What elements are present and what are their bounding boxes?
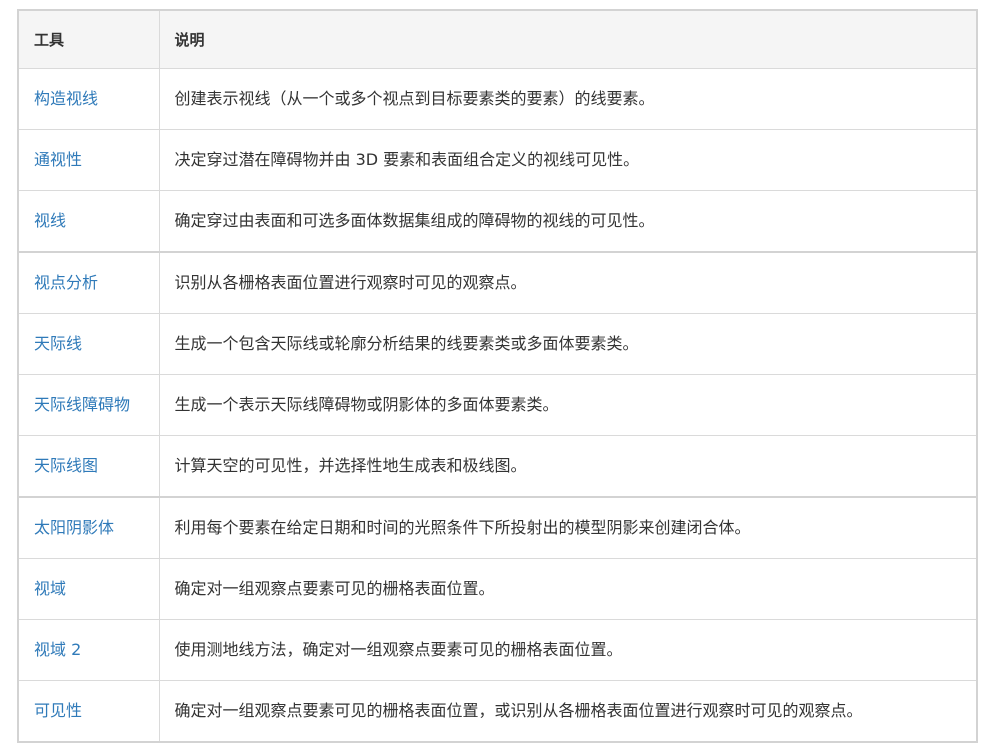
tool-description: 计算天空的可见性，并选择性地生成表和极线图。 bbox=[158, 435, 978, 498]
table-row: 视域 2 使用测地线方法，确定对一组观察点要素可见的栅格表面位置。 bbox=[17, 619, 978, 681]
tool-description: 利用每个要素在给定日期和时间的光照条件下所投射出的模型阴影来创建闭合体。 bbox=[158, 496, 978, 559]
tool-description: 确定对一组观察点要素可见的栅格表面位置。 bbox=[158, 558, 978, 620]
header-tool: 工具 bbox=[17, 9, 160, 69]
tool-description: 生成一个包含天际线或轮廓分析结果的线要素类或多面体要素类。 bbox=[158, 313, 978, 375]
header-description: 说明 bbox=[158, 9, 978, 69]
table-row: 天际线 生成一个包含天际线或轮廓分析结果的线要素类或多面体要素类。 bbox=[17, 313, 978, 375]
tool-link-viewshed-2[interactable]: 视域 2 bbox=[17, 619, 160, 681]
tool-link-viewshed[interactable]: 视域 bbox=[17, 558, 160, 620]
tool-description: 确定对一组观察点要素可见的栅格表面位置，或识别从各栅格表面位置进行观察时可见的观… bbox=[158, 680, 978, 743]
tool-description: 决定穿过潜在障碍物并由 3D 要素和表面组合定义的视线可见性。 bbox=[158, 129, 978, 191]
table-row: 天际线障碍物 生成一个表示天际线障碍物或阴影体的多面体要素类。 bbox=[17, 374, 978, 436]
tools-table-container: 工具 说明 构造视线 创建表示视线（从一个或多个视点到目标要素类的要素）的线要素… bbox=[17, 9, 978, 743]
tool-description: 识别从各栅格表面位置进行观察时可见的观察点。 bbox=[158, 251, 978, 314]
table-header-row: 工具 说明 bbox=[17, 9, 978, 69]
tool-description: 确定穿过由表面和可选多面体数据集组成的障碍物的视线的可见性。 bbox=[158, 190, 978, 253]
table-row: 视线 确定穿过由表面和可选多面体数据集组成的障碍物的视线的可见性。 bbox=[17, 190, 978, 253]
table-row: 天际线图 计算天空的可见性，并选择性地生成表和极线图。 bbox=[17, 435, 978, 498]
table-row: 可见性 确定对一组观察点要素可见的栅格表面位置，或识别从各栅格表面位置进行观察时… bbox=[17, 680, 978, 743]
table-row: 太阳阴影体 利用每个要素在给定日期和时间的光照条件下所投射出的模型阴影来创建闭合… bbox=[17, 496, 978, 559]
tool-description: 创建表示视线（从一个或多个视点到目标要素类的要素）的线要素。 bbox=[158, 68, 978, 130]
tool-description: 生成一个表示天际线障碍物或阴影体的多面体要素类。 bbox=[158, 374, 978, 436]
tool-description: 使用测地线方法，确定对一组观察点要素可见的栅格表面位置。 bbox=[158, 619, 978, 681]
table-row: 通视性 决定穿过潜在障碍物并由 3D 要素和表面组合定义的视线可见性。 bbox=[17, 129, 978, 191]
tool-link-observer-points[interactable]: 视点分析 bbox=[17, 251, 160, 314]
tool-link-skyline[interactable]: 天际线 bbox=[17, 313, 160, 375]
tool-link-skyline-barrier[interactable]: 天际线障碍物 bbox=[17, 374, 160, 436]
tool-link-sun-shadow-volume[interactable]: 太阳阴影体 bbox=[17, 496, 160, 559]
table-row: 视点分析 识别从各栅格表面位置进行观察时可见的观察点。 bbox=[17, 251, 978, 314]
tool-link-construct-sight-lines[interactable]: 构造视线 bbox=[17, 68, 160, 130]
tool-link-intervisibility[interactable]: 通视性 bbox=[17, 129, 160, 191]
tool-link-visibility[interactable]: 可见性 bbox=[17, 680, 160, 743]
tool-link-skyline-graph[interactable]: 天际线图 bbox=[17, 435, 160, 498]
tool-link-line-of-sight[interactable]: 视线 bbox=[17, 190, 160, 253]
tools-table: 工具 说明 构造视线 创建表示视线（从一个或多个视点到目标要素类的要素）的线要素… bbox=[17, 9, 978, 743]
table-row: 构造视线 创建表示视线（从一个或多个视点到目标要素类的要素）的线要素。 bbox=[17, 68, 978, 130]
table-row: 视域 确定对一组观察点要素可见的栅格表面位置。 bbox=[17, 558, 978, 620]
